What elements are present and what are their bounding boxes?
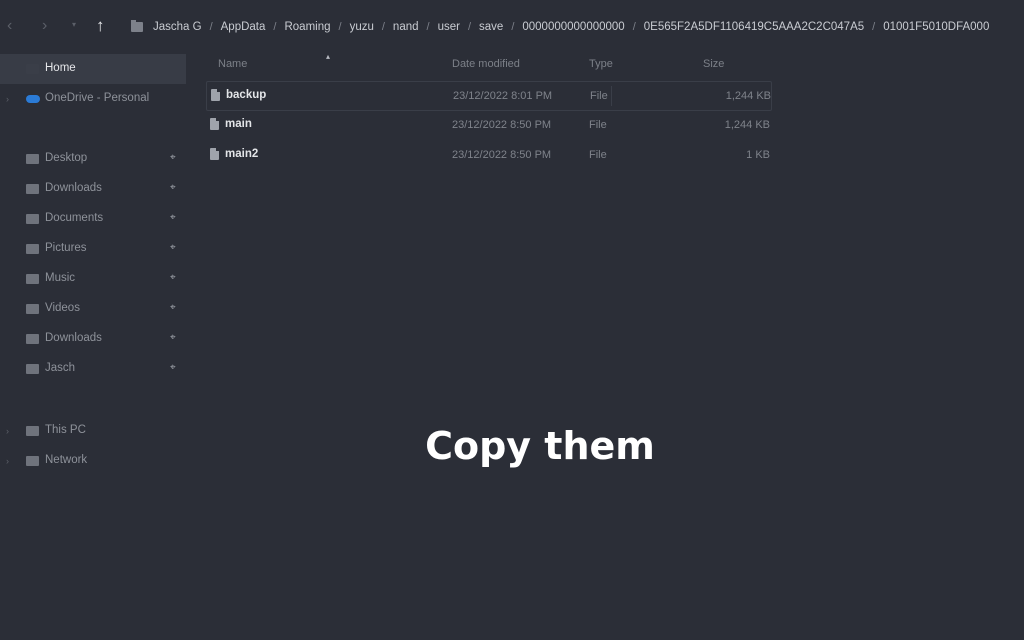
file-date: 23/12/2022 8:01 PM — [453, 90, 553, 102]
breadcrumb-item[interactable]: nand — [393, 21, 419, 33]
chevron-right-icon[interactable]: › — [6, 94, 9, 104]
breadcrumb-item[interactable]: user — [438, 21, 460, 33]
pictures-icon — [26, 244, 39, 254]
sidebar-item-onedrive[interactable]: › OneDrive - Personal — [0, 84, 186, 114]
pin-icon: ⌖ — [170, 272, 176, 283]
sidebar-item-jasch[interactable]: Jasch ⌖ — [0, 354, 186, 384]
download-icon — [26, 184, 39, 194]
breadcrumb-separator: / — [467, 21, 472, 33]
pin-icon: ⌖ — [170, 332, 176, 343]
breadcrumb-item[interactable]: 01001F5010DFA000 — [883, 21, 989, 33]
file-size: 1,244 KB — [725, 90, 771, 102]
file-icon — [210, 148, 219, 160]
file-date: 23/12/2022 8:50 PM — [452, 119, 552, 131]
file-icon — [211, 89, 220, 101]
breadcrumb-separator: / — [273, 21, 277, 33]
breadcrumb-separator: / — [209, 21, 213, 33]
breadcrumb-item[interactable]: save — [479, 21, 503, 33]
sidebar-item-pictures[interactable]: Pictures ⌖ — [0, 234, 186, 264]
pin-icon: ⌖ — [170, 242, 176, 253]
sidebar-item-label: Documents — [45, 212, 104, 224]
caption-overlay: Copy them — [425, 424, 655, 468]
sort-ascending-icon: ▴ — [326, 52, 331, 61]
music-icon — [26, 274, 39, 284]
sidebar-item-downloads[interactable]: Downloads ⌖ — [0, 174, 186, 204]
breadcrumb-separator: / — [511, 21, 515, 33]
file-name: main2 — [225, 148, 259, 160]
forward-arrow-icon[interactable]: › — [42, 17, 47, 35]
column-header-size[interactable]: Size — [703, 58, 724, 70]
file-size: 1,244 KB — [724, 119, 770, 131]
desktop-icon — [26, 154, 39, 164]
cloud-icon — [26, 95, 40, 103]
sidebar-item-label: Jasch — [45, 362, 76, 374]
videos-icon — [26, 304, 39, 314]
folder-icon — [131, 20, 143, 32]
breadcrumb-item[interactable]: yuzu — [350, 21, 374, 33]
folder-icon — [26, 334, 39, 344]
sidebar-item-downloads-2[interactable]: Downloads ⌖ — [0, 324, 186, 354]
pin-icon: ⌖ — [170, 152, 176, 163]
breadcrumb-separator: / — [338, 21, 342, 33]
column-divider — [611, 86, 612, 106]
navigation-bar: ‹ › ▾ ↑ Jascha G / AppData / Roaming / y… — [0, 0, 1024, 52]
sidebar-item-documents[interactable]: Documents ⌖ — [0, 204, 186, 234]
documents-icon — [26, 214, 39, 224]
breadcrumb-separator: / — [872, 21, 876, 33]
sidebar-item-label: Videos — [45, 302, 80, 314]
sidebar-item-label: Downloads — [45, 332, 102, 344]
sidebar-item-label: OneDrive - Personal — [45, 92, 150, 104]
file-name: main — [225, 118, 252, 130]
pin-icon: ⌖ — [170, 302, 176, 313]
pin-icon: ⌖ — [170, 212, 176, 223]
breadcrumb-separator: / — [632, 21, 636, 33]
file-type: File — [589, 119, 607, 131]
file-type: File — [590, 90, 608, 102]
column-header-name[interactable]: Name — [218, 58, 247, 70]
folder-icon — [26, 364, 39, 374]
table-row[interactable]: main2 23/12/2022 8:50 PM File 1 KB — [206, 141, 770, 169]
breadcrumb-separator: / — [426, 21, 430, 33]
file-size: 1 KB — [746, 149, 770, 161]
recent-chevron-icon[interactable]: ▾ — [72, 20, 76, 29]
back-arrow-icon[interactable]: ‹ — [7, 17, 12, 35]
breadcrumb-item[interactable]: 0000000000000000 — [522, 21, 624, 33]
breadcrumb-item[interactable]: Jascha G — [153, 21, 202, 33]
file-icon — [210, 118, 219, 130]
sidebar-item-label: Pictures — [45, 242, 87, 254]
sidebar-item-label: Home — [45, 62, 76, 74]
file-list: ▴ Name Date modified Type Size backup 23… — [200, 52, 1024, 640]
sidebar-item-videos[interactable]: Videos ⌖ — [0, 294, 186, 324]
column-header-type[interactable]: Type — [589, 58, 613, 70]
breadcrumb-item[interactable]: Roaming — [284, 21, 330, 33]
breadcrumb: Jascha G / AppData / Roaming / yuzu / na… — [131, 18, 989, 36]
navigation-pane: Home › OneDrive - Personal Desktop ⌖ Dow… — [0, 52, 188, 640]
pin-icon: ⌖ — [170, 182, 176, 193]
sidebar-item-music[interactable]: Music ⌖ — [0, 264, 186, 294]
sidebar-item-label: Desktop — [45, 152, 88, 164]
sidebar-item-label: Music — [45, 272, 76, 284]
pin-icon: ⌖ — [170, 362, 176, 373]
sidebar-item-label: Downloads — [45, 182, 102, 194]
breadcrumb-separator: / — [381, 21, 385, 33]
sidebar-item-home[interactable]: Home — [0, 54, 186, 84]
table-row[interactable]: main 23/12/2022 8:50 PM File 1,244 KB — [206, 111, 770, 139]
table-row[interactable]: backup 23/12/2022 8:01 PM File 1,244 KB — [206, 81, 772, 111]
sidebar-item-desktop[interactable]: Desktop ⌖ — [0, 144, 186, 174]
file-date: 23/12/2022 8:50 PM — [452, 149, 552, 161]
up-arrow-icon[interactable]: ↑ — [96, 16, 105, 36]
file-name: backup — [226, 89, 267, 101]
breadcrumb-item[interactable]: 0E565F2A5DF1106419C5AAA2C2C047A5 — [644, 21, 864, 33]
home-icon — [26, 64, 39, 74]
breadcrumb-item[interactable]: AppData — [221, 21, 266, 33]
column-header-date[interactable]: Date modified — [452, 58, 520, 70]
file-type: File — [589, 149, 607, 161]
